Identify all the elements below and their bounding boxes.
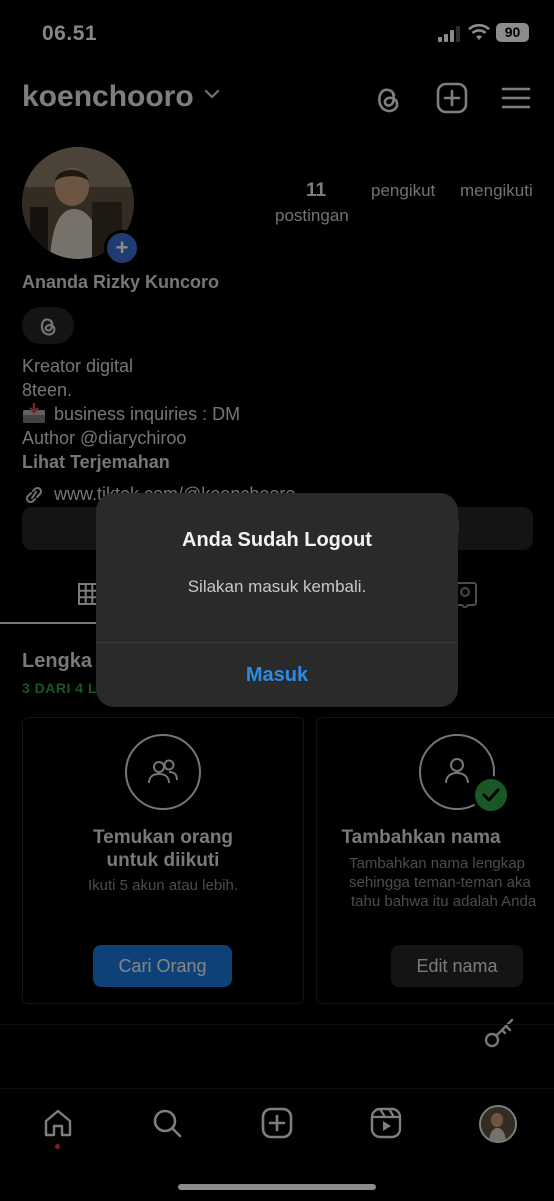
profile-page: 06.51 90 koenchooro + 11 postingan pengi… bbox=[0, 0, 554, 1201]
dialog-title: Anda Sudah Logout bbox=[182, 529, 372, 551]
dialog-message: Silakan masuk kembali. bbox=[187, 577, 367, 596]
logout-alert-dialog: Anda Sudah Logout Silakan masuk kembali.… bbox=[96, 493, 458, 707]
login-button[interactable]: Masuk bbox=[96, 643, 458, 707]
